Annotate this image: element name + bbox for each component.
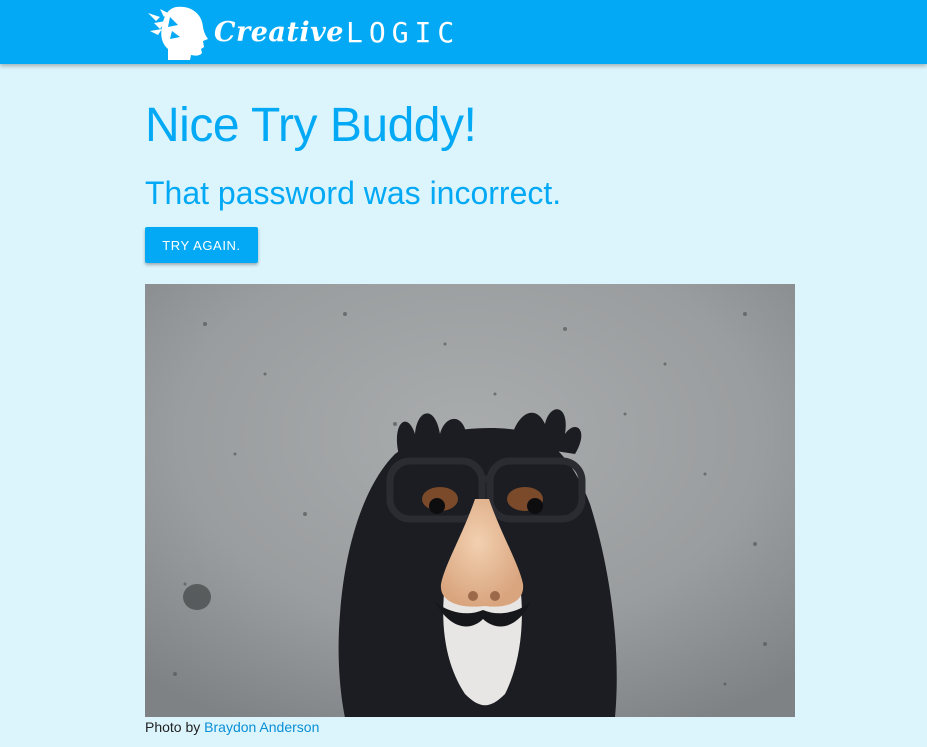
error-message: That password was incorrect. [145, 175, 562, 211]
brand-logo-link[interactable]: Creative LOGIC [146, 0, 460, 64]
dog-disguise-photo [145, 284, 795, 717]
try-again-button[interactable]: TRY AGAIN. [145, 227, 258, 263]
photographer-link[interactable]: Braydon Anderson [204, 719, 319, 735]
brand-name-creative: Creative [214, 16, 344, 48]
brand-name-logic: LOGIC [345, 15, 461, 49]
caption-prefix: Photo by [145, 719, 201, 735]
head-with-birds-icon [148, 6, 208, 60]
photo-caption: Photo by Braydon Anderson [145, 719, 319, 735]
page-title: Nice Try Buddy! [145, 99, 477, 152]
top-navbar: Creative LOGIC [0, 0, 927, 64]
